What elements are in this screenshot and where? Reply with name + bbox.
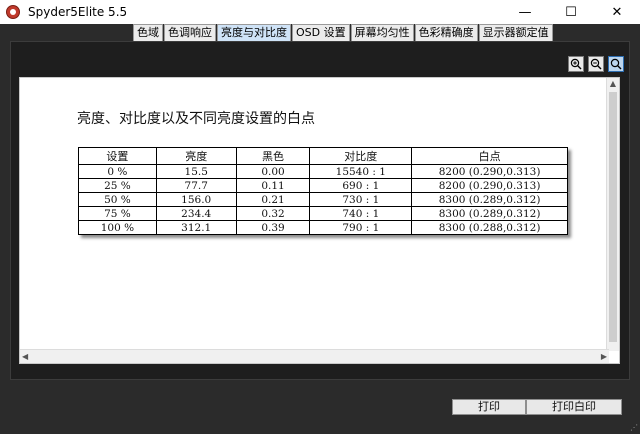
cell-brightness: 15.5 xyxy=(155,164,237,179)
spyder-app-icon xyxy=(6,5,20,19)
cell-contrast: 740 : 1 xyxy=(309,206,413,221)
cell-setting: 100 % xyxy=(78,220,157,235)
table-row: 100 % 312.1 0.39 790 : 1 8300 (0.288,0.3… xyxy=(78,220,568,235)
horizontal-scrollbar[interactable]: ◀ ▶ xyxy=(20,349,609,363)
report-tabs: 色域 色调响应 亮度与对比度 OSD 设置 屏幕均匀性 色彩精确度 显示器额定值 xyxy=(133,24,554,41)
zoom-fit-icon xyxy=(610,58,622,70)
table-row: 50 % 156.0 0.21 730 : 1 8300 (0.289,0.31… xyxy=(78,192,568,207)
cell-white-point: 8200 (0.290,0.313) xyxy=(411,164,568,179)
cell-setting: 25 % xyxy=(78,178,157,193)
cell-brightness: 156.0 xyxy=(155,192,237,207)
print-buttons: 打印 打印白印 xyxy=(452,399,622,415)
cell-brightness: 77.7 xyxy=(155,178,237,193)
tab-color-accuracy[interactable]: 色彩精确度 xyxy=(414,24,478,41)
resize-grip-icon[interactable]: ⋰ xyxy=(630,424,638,432)
table-row: 75 % 234.4 0.32 740 : 1 8300 (0.289,0.31… xyxy=(78,206,568,221)
scroll-left-icon[interactable]: ◀ xyxy=(22,350,28,363)
cell-black: 0.00 xyxy=(235,164,311,179)
cell-black: 0.21 xyxy=(235,192,311,207)
zoom-controls xyxy=(568,56,624,72)
header-setting: 设置 xyxy=(78,147,157,165)
zoom-in-button[interactable] xyxy=(568,56,584,72)
tab-osd-settings[interactable]: OSD 设置 xyxy=(292,24,350,41)
cell-setting: 50 % xyxy=(78,192,157,207)
tab-screen-uniformity[interactable]: 屏幕均匀性 xyxy=(350,24,414,41)
zoom-out-icon xyxy=(590,58,602,70)
close-button[interactable]: ✕ xyxy=(594,0,640,24)
header-brightness: 亮度 xyxy=(155,147,237,165)
cell-brightness: 234.4 xyxy=(155,206,237,221)
print-button[interactable]: 打印 xyxy=(452,399,526,415)
title-bar: Spyder5Elite 5.5 — ☐ ✕ xyxy=(0,0,640,24)
cell-contrast: 690 : 1 xyxy=(309,178,413,193)
cell-black: 0.32 xyxy=(235,206,311,221)
table-row: 0 % 15.5 0.00 15540 : 1 8200 (0.290,0.31… xyxy=(78,164,568,179)
report-title: 亮度、对比度以及不同亮度设置的白点 xyxy=(77,111,315,127)
cell-white-point: 8300 (0.289,0.312) xyxy=(411,206,568,221)
zoom-in-icon xyxy=(570,58,582,70)
scroll-thumb[interactable] xyxy=(609,92,617,342)
maximize-button[interactable]: ☐ xyxy=(548,0,594,24)
cell-contrast: 730 : 1 xyxy=(309,192,413,207)
cell-white-point: 8200 (0.290,0.313) xyxy=(411,178,568,193)
cell-contrast: 790 : 1 xyxy=(309,220,413,235)
cell-setting: 75 % xyxy=(78,206,157,221)
cell-black: 0.39 xyxy=(235,220,311,235)
scroll-up-icon[interactable]: ▲ xyxy=(607,78,619,90)
cell-black: 0.11 xyxy=(235,178,311,193)
cell-white-point: 8300 (0.288,0.312) xyxy=(411,220,568,235)
zoom-fit-button[interactable] xyxy=(608,56,624,72)
table-header-row: 设置 亮度 黑色 对比度 白点 xyxy=(78,147,568,165)
header-contrast: 对比度 xyxy=(309,147,413,165)
brightness-contrast-table: 设置 亮度 黑色 对比度 白点 0 % 15.5 0.00 15540 : 1 … xyxy=(78,147,568,235)
tab-brightness-contrast[interactable]: 亮度与对比度 xyxy=(217,24,291,41)
cell-brightness: 312.1 xyxy=(155,220,237,235)
window-title: Spyder5Elite 5.5 xyxy=(28,5,128,19)
cell-contrast: 15540 : 1 xyxy=(309,164,413,179)
vertical-scrollbar[interactable]: ▲ xyxy=(606,78,619,351)
window-controls: — ☐ ✕ xyxy=(502,0,640,24)
cell-setting: 0 % xyxy=(78,164,157,179)
header-white-point: 白点 xyxy=(411,147,568,165)
tab-display-rating[interactable]: 显示器额定值 xyxy=(478,24,553,41)
print-white-button[interactable]: 打印白印 xyxy=(526,399,622,415)
report-panel: 亮度、对比度以及不同亮度设置的白点 设置 亮度 黑色 对比度 白点 0 % 15… xyxy=(19,77,620,364)
table-row: 25 % 77.7 0.11 690 : 1 8200 (0.290,0.313… xyxy=(78,178,568,193)
zoom-out-button[interactable] xyxy=(588,56,604,72)
header-black: 黑色 xyxy=(235,147,311,165)
tab-gamut[interactable]: 色域 xyxy=(133,24,163,41)
scroll-right-icon[interactable]: ▶ xyxy=(601,350,607,363)
tab-tone-response[interactable]: 色调响应 xyxy=(164,24,216,41)
cell-white-point: 8300 (0.289,0.312) xyxy=(411,192,568,207)
minimize-button[interactable]: — xyxy=(502,0,548,24)
